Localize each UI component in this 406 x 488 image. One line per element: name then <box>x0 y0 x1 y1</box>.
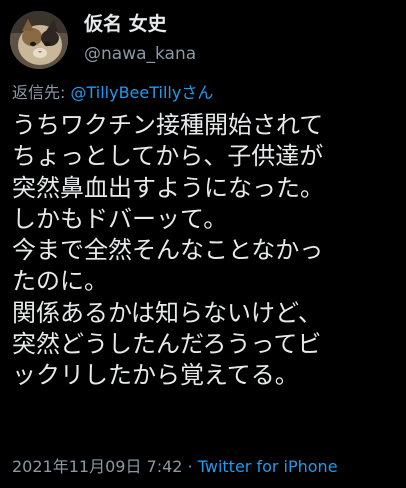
tweet-source-link[interactable]: Twitter for iPhone <box>198 457 338 476</box>
tweet-text-line: しかもドバーッて。 <box>12 204 228 233</box>
reply-to-line: 返信先: @TillyBeeTillyさん <box>12 82 213 104</box>
tweet-text-line: うちワクチン接種開始されて <box>12 111 324 139</box>
tweet-text-line: 突然鼻血出すようになった。 <box>12 173 324 202</box>
tweet-text-line: ちょっとしてから、子供達が <box>12 142 324 171</box>
tweet-text-line: ックリしたから覚えてる。 <box>12 361 299 390</box>
user-handle[interactable]: @nawa_kana <box>84 43 196 65</box>
tweet-body: うちワクチン接種開始されて ちょっとしてから、子供達が 突然鼻血出すようになった… <box>12 110 406 392</box>
meta-separator: · <box>182 457 198 476</box>
avatar[interactable] <box>10 11 68 69</box>
reply-target-link[interactable]: @TillyBeeTillyさん <box>70 83 213 102</box>
reply-prefix-label: 返信先: <box>12 83 71 102</box>
tweet-text-line: たのに。 <box>12 267 108 296</box>
tweet-text-line: 突然どうしたんだろうってビ <box>12 330 322 359</box>
cat-avatar-icon <box>10 11 68 69</box>
tweet: 仮名 女史 @nawa_kana 返信先: @TillyBeeTillyさん う… <box>0 0 406 488</box>
tweet-text-line: 関係あるかは知らないけど、 <box>12 298 322 327</box>
tweet-meta: 2021年11月09日 7:42 · Twitter for iPhone <box>12 456 338 478</box>
tweet-timestamp[interactable]: 2021年11月09日 7:42 <box>12 457 182 476</box>
display-name[interactable]: 仮名 女史 <box>84 12 167 36</box>
tweet-text-line: 今まで全然そんなことなかっ <box>12 236 324 265</box>
